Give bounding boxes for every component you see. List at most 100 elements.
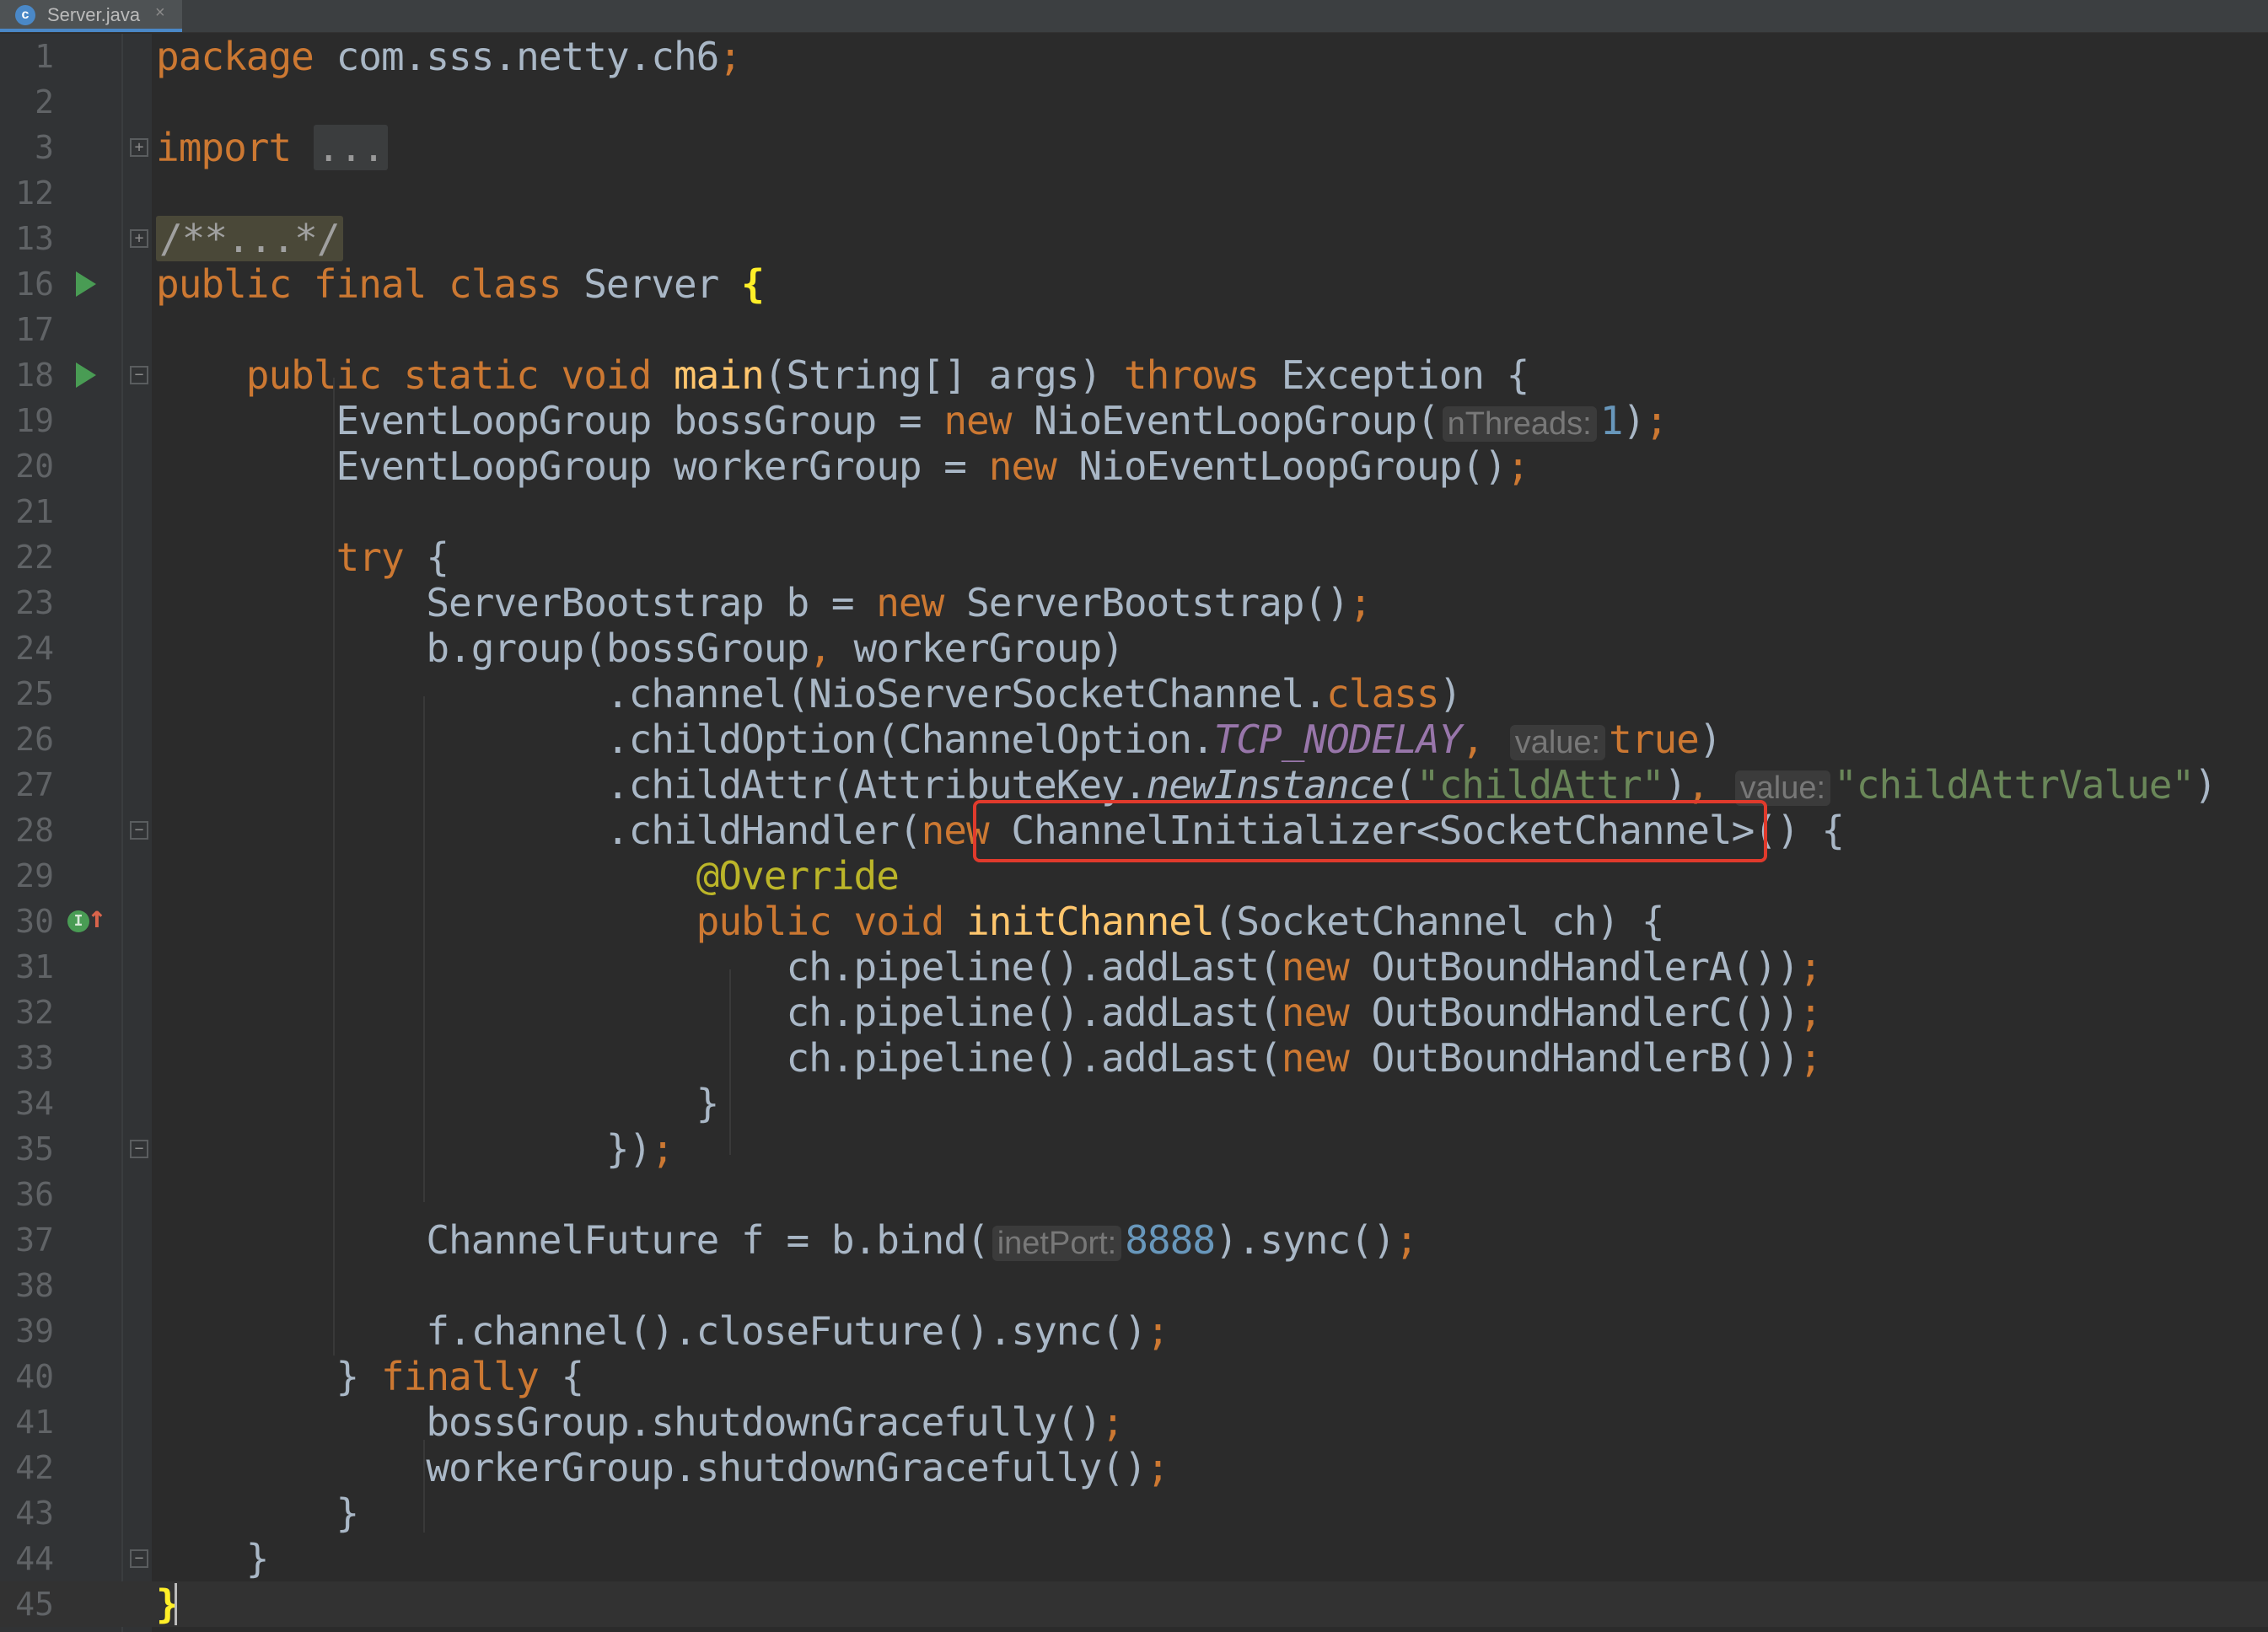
code-text: .channel(NioServerSocketChannel.class): [156, 671, 1462, 717]
code-line: 3 + import ...: [0, 125, 2268, 170]
code-text: ChannelFuture f = b.bind(inetPort: 8888).…: [156, 1217, 1418, 1263]
line-number: 45: [15, 1586, 54, 1623]
line-number: 37: [15, 1221, 54, 1259]
code-line: 37 ChannelFuture f = b.bind(inetPort: 888…: [0, 1217, 2268, 1263]
editor-tab-bar: c Server.java ×: [0, 0, 2268, 33]
code-text: }: [156, 1490, 360, 1536]
code-text: }: [156, 1536, 270, 1581]
code-line: 21: [0, 489, 2268, 534]
tab-server-java[interactable]: c Server.java ×: [0, 0, 182, 32]
implements-method-icon[interactable]: I: [67, 910, 89, 932]
line-number: 41: [15, 1404, 54, 1441]
code-line: 40 } finally {: [0, 1354, 2268, 1399]
code-text: .childOption(ChannelOption.TCP_NODELAY, …: [156, 717, 1722, 762]
code-line: 2: [0, 79, 2268, 125]
line-number: 40: [15, 1358, 54, 1395]
text-caret: [175, 1583, 177, 1625]
code-line: 30 I ↑ public void initChannel(SocketCha…: [0, 899, 2268, 944]
fold-collapse-icon[interactable]: −: [130, 1140, 148, 1158]
line-number: 34: [15, 1085, 54, 1122]
line-number: 26: [15, 721, 54, 758]
fold-collapse-icon[interactable]: −: [130, 366, 148, 384]
code-line: 32 ch.pipeline().addLast(new OutBoundHan…: [0, 990, 2268, 1035]
line-number: 23: [15, 584, 54, 621]
code-line: 22 try {: [0, 534, 2268, 580]
line-number: 31: [15, 948, 54, 985]
parameter-hint: value:: [1509, 725, 1606, 760]
code-line: 44 − }: [0, 1536, 2268, 1581]
code-text: }: [156, 1081, 720, 1126]
code-text: f.channel().closeFuture().sync();: [156, 1308, 1169, 1354]
code-text: workerGroup.shutdownGracefully();: [156, 1445, 1169, 1490]
fold-collapse-icon[interactable]: −: [130, 821, 148, 840]
code-text: ch.pipeline().addLast(new OutBoundHandle…: [156, 944, 1822, 990]
code-text: try {: [336, 534, 449, 580]
up-arrow-icon: ↑: [88, 900, 106, 935]
line-number: 20: [15, 448, 54, 485]
code-line: 23 ServerBootstrap b = new ServerBootstr…: [0, 580, 2268, 625]
code-line: 18 − public static void main(String[] ar…: [0, 352, 2268, 398]
code-line: 33 ch.pipeline().addLast(new OutBoundHan…: [0, 1035, 2268, 1081]
line-number: 43: [15, 1495, 54, 1532]
parameter-hint: inetPort:: [992, 1226, 1122, 1261]
code-text: bossGroup.shutdownGracefully();: [156, 1399, 1125, 1445]
code-line: 34 }: [0, 1081, 2268, 1126]
line-number: 19: [15, 402, 54, 439]
line-number: 16: [15, 266, 54, 303]
code-line: 1 package com.sss.netty.ch6;: [0, 34, 2268, 79]
code-text: import ...: [156, 125, 388, 170]
code-line: 35 − });: [0, 1126, 2268, 1172]
fold-expand-icon[interactable]: +: [130, 138, 148, 157]
line-number: 13: [15, 220, 54, 257]
tab-label: Server.java: [47, 4, 141, 25]
line-number: 28: [15, 812, 54, 849]
line-number: 39: [15, 1313, 54, 1350]
code-line: 19 EventLoopGroup bossGroup = new NioEve…: [0, 398, 2268, 443]
line-number: 36: [15, 1176, 54, 1213]
fold-collapse-icon[interactable]: −: [130, 1549, 148, 1568]
java-class-icon: c: [15, 5, 35, 25]
code-text: ServerBootstrap b = new ServerBootstrap(…: [156, 580, 1372, 625]
close-icon[interactable]: ×: [155, 3, 165, 23]
code-line: 13 + /**...*/: [0, 216, 2268, 261]
line-number: 33: [15, 1039, 54, 1076]
code-text: ch.pipeline().addLast(new OutBoundHandle…: [156, 990, 1822, 1035]
folded-imports[interactable]: ...: [313, 125, 388, 170]
code-line: 39 f.channel().closeFuture().sync();: [0, 1308, 2268, 1354]
run-icon[interactable]: [76, 271, 96, 297]
line-number: 42: [15, 1449, 54, 1486]
code-line: 12: [0, 170, 2268, 216]
line-number: 30: [15, 903, 54, 940]
line-number: 44: [15, 1540, 54, 1577]
code-text: public void initChannel(SocketChannel ch…: [696, 899, 1665, 944]
line-number: 12: [15, 174, 54, 212]
code-line: 31 ch.pipeline().addLast(new OutBoundHan…: [0, 944, 2268, 990]
code-line: 43 }: [0, 1490, 2268, 1536]
code-text: /**...*/: [156, 216, 343, 261]
code-line: 38: [0, 1263, 2268, 1308]
line-number: 3: [35, 129, 54, 166]
code-line: 42 workerGroup.shutdownGracefully();: [0, 1445, 2268, 1490]
code-text: public final class Server {: [156, 261, 765, 307]
code-line: 16 public final class Server {: [0, 261, 2268, 307]
code-text: @Override: [696, 853, 900, 899]
code-text: EventLoopGroup bossGroup = new NioEventL…: [156, 398, 1669, 443]
code-line: 36: [0, 1172, 2268, 1217]
line-number: 29: [15, 857, 54, 894]
code-text: package com.sss.netty.ch6;: [156, 34, 742, 79]
parameter-hint: nThreads:: [1442, 406, 1597, 442]
code-line: 20 EventLoopGroup workerGroup = new NioE…: [0, 443, 2268, 489]
code-text: EventLoopGroup workerGroup = new NioEven…: [156, 443, 1530, 489]
code-line: 26 .childOption(ChannelOption.TCP_NODELA…: [0, 717, 2268, 762]
line-number: 32: [15, 994, 54, 1031]
code-text: });: [156, 1126, 674, 1172]
line-number: 17: [15, 311, 54, 348]
code-line: 24 b.group(bossGroup, workerGroup): [0, 625, 2268, 671]
code-text: public static void main(String[] args) t…: [156, 352, 1530, 398]
folded-javadoc[interactable]: /**...*/: [156, 216, 343, 261]
line-number: 2: [35, 83, 54, 121]
line-number: 25: [15, 675, 54, 712]
run-icon[interactable]: [76, 362, 96, 388]
fold-expand-icon[interactable]: +: [130, 229, 148, 248]
line-number: 22: [15, 539, 54, 576]
